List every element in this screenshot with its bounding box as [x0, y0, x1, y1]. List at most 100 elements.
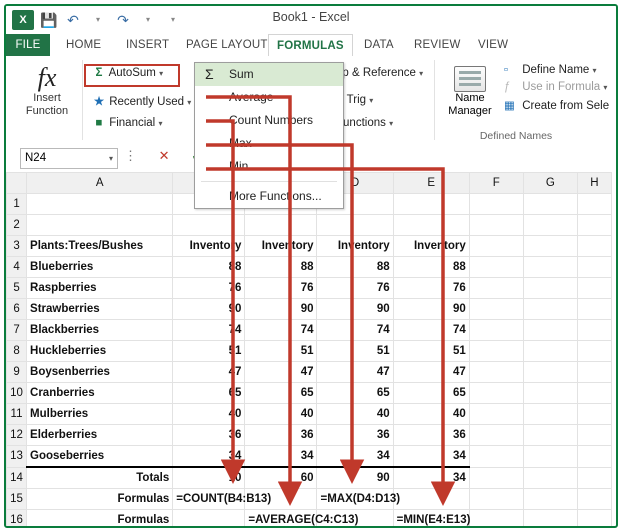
cell-h15[interactable] [576, 488, 613, 510]
cell-e16[interactable]: =MIN(E4:E13) [392, 509, 470, 526]
cell-f1[interactable] [468, 193, 524, 215]
cell-h10[interactable] [576, 382, 613, 404]
cell-a2[interactable] [26, 214, 174, 236]
cell-h14[interactable] [576, 466, 613, 489]
name-box-dropdown-icon[interactable]: ▾ [109, 149, 113, 168]
cell-b10[interactable]: 65 [172, 382, 246, 404]
cell-c11[interactable]: 40 [244, 403, 318, 425]
row-header[interactable]: 11 [6, 403, 28, 425]
cell-d6[interactable]: 90 [316, 298, 394, 320]
cell-f2[interactable] [468, 214, 524, 236]
cell-a12[interactable]: Elderberries [26, 424, 174, 446]
tab-data[interactable]: DATA [356, 34, 402, 56]
cell-d8[interactable]: 51 [316, 340, 394, 362]
cell-e3[interactable]: Inventory [392, 235, 470, 257]
cell-g1[interactable] [522, 193, 578, 215]
tab-view[interactable]: VIEW [470, 34, 516, 56]
cell-d12[interactable]: 36 [316, 424, 394, 446]
create-from-selection-button[interactable]: ▦ Create from Sele [504, 98, 609, 112]
cell-g15[interactable] [522, 488, 578, 510]
cell-c6[interactable]: 90 [244, 298, 318, 320]
row-header[interactable]: 3 [6, 235, 28, 257]
cell-a13[interactable]: Gooseberries [26, 445, 174, 468]
cell-e5[interactable]: 76 [392, 277, 470, 299]
cell-d11[interactable]: 40 [316, 403, 394, 425]
menu-item-min[interactable]: Min [195, 155, 343, 178]
row-header[interactable]: 13 [6, 445, 28, 468]
cell-g2[interactable] [522, 214, 578, 236]
cell-e14[interactable]: 34 [392, 466, 470, 489]
cell-a10[interactable]: Cranberries [26, 382, 174, 404]
cell-h11[interactable] [576, 403, 613, 425]
column-header-e[interactable]: E [392, 172, 470, 194]
more-functions-button[interactable]: Functions ▾ [336, 117, 393, 129]
row-header[interactable]: 14 [6, 466, 28, 489]
corner-select-all[interactable] [6, 172, 28, 194]
cell-a3[interactable]: Plants:Trees/Bushes [26, 235, 174, 257]
cell-g14[interactable] [522, 466, 578, 489]
row-header[interactable]: 9 [6, 361, 28, 383]
cell-d4[interactable]: 88 [316, 256, 394, 278]
cell-g10[interactable] [522, 382, 578, 404]
cell-d2[interactable] [316, 214, 394, 236]
cell-b14[interactable]: 10 [172, 466, 246, 489]
cell-c7[interactable]: 74 [244, 319, 318, 341]
cell-f14[interactable] [468, 466, 524, 489]
cell-h7[interactable] [576, 319, 613, 341]
cell-a1[interactable] [26, 193, 174, 215]
use-in-formula-button[interactable]: ƒ Use in Formula ▾ [504, 81, 609, 93]
cell-b15[interactable]: =COUNT(B4:B13) [172, 488, 271, 510]
cell-e15[interactable] [392, 488, 470, 510]
cell-g12[interactable] [522, 424, 578, 446]
cell-a8[interactable]: Huckleberries [26, 340, 174, 362]
cell-e2[interactable] [392, 214, 470, 236]
cell-g4[interactable] [522, 256, 578, 278]
tab-formulas[interactable]: FORMULAS [268, 34, 353, 58]
lookup-reference-button[interactable]: up & Reference ▾ [336, 67, 423, 79]
row-header[interactable]: 6 [6, 298, 28, 320]
cell-h12[interactable] [576, 424, 613, 446]
cell-b2[interactable] [172, 214, 246, 236]
cell-h6[interactable] [576, 298, 613, 320]
column-header-h[interactable]: H [576, 172, 613, 194]
menu-item-average[interactable]: Average [195, 86, 343, 109]
cell-d13[interactable]: 34 [316, 445, 394, 468]
cell-e9[interactable]: 47 [392, 361, 470, 383]
cell-c3[interactable]: Inventory [244, 235, 318, 257]
cell-f10[interactable] [468, 382, 524, 404]
cell-d9[interactable]: 47 [316, 361, 394, 383]
cell-a9[interactable]: Boysenberries [26, 361, 174, 383]
tab-home[interactable]: HOME [58, 34, 109, 56]
row-header[interactable]: 4 [6, 256, 28, 278]
cell-c5[interactable]: 76 [244, 277, 318, 299]
cell-f5[interactable] [468, 277, 524, 299]
recently-used-button[interactable]: ★ Recently Used ▾ [92, 94, 191, 108]
cell-a5[interactable]: Raspberries [26, 277, 174, 299]
cell-f3[interactable] [468, 235, 524, 257]
cell-f16[interactable] [468, 509, 524, 526]
cell-b12[interactable]: 36 [172, 424, 246, 446]
tab-insert[interactable]: INSERT [118, 34, 177, 56]
cell-e8[interactable]: 51 [392, 340, 470, 362]
cell-g6[interactable] [522, 298, 578, 320]
financial-button[interactable]: ■ Financial ▾ [92, 117, 163, 129]
cell-a11[interactable]: Mulberries [26, 403, 174, 425]
cell-a4[interactable]: Blueberries [26, 256, 174, 278]
cell-h4[interactable] [576, 256, 613, 278]
cell-f4[interactable] [468, 256, 524, 278]
cell-b9[interactable]: 47 [172, 361, 246, 383]
cell-d14[interactable]: 90 [316, 466, 394, 489]
cell-c2[interactable] [244, 214, 318, 236]
row-header[interactable]: 15 [6, 488, 28, 510]
cell-f12[interactable] [468, 424, 524, 446]
cell-a15[interactable]: Formulas [26, 488, 174, 510]
tab-file[interactable]: FILE [6, 34, 50, 56]
cell-c12[interactable]: 36 [244, 424, 318, 446]
cell-g13[interactable] [522, 445, 578, 468]
cell-b3[interactable]: Inventory [172, 235, 246, 257]
cell-f9[interactable] [468, 361, 524, 383]
formula-cancel-icon[interactable]: ⋮ [124, 148, 146, 163]
row-header[interactable]: 16 [6, 509, 28, 526]
cell-h1[interactable] [576, 193, 613, 215]
cell-b4[interactable]: 88 [172, 256, 246, 278]
